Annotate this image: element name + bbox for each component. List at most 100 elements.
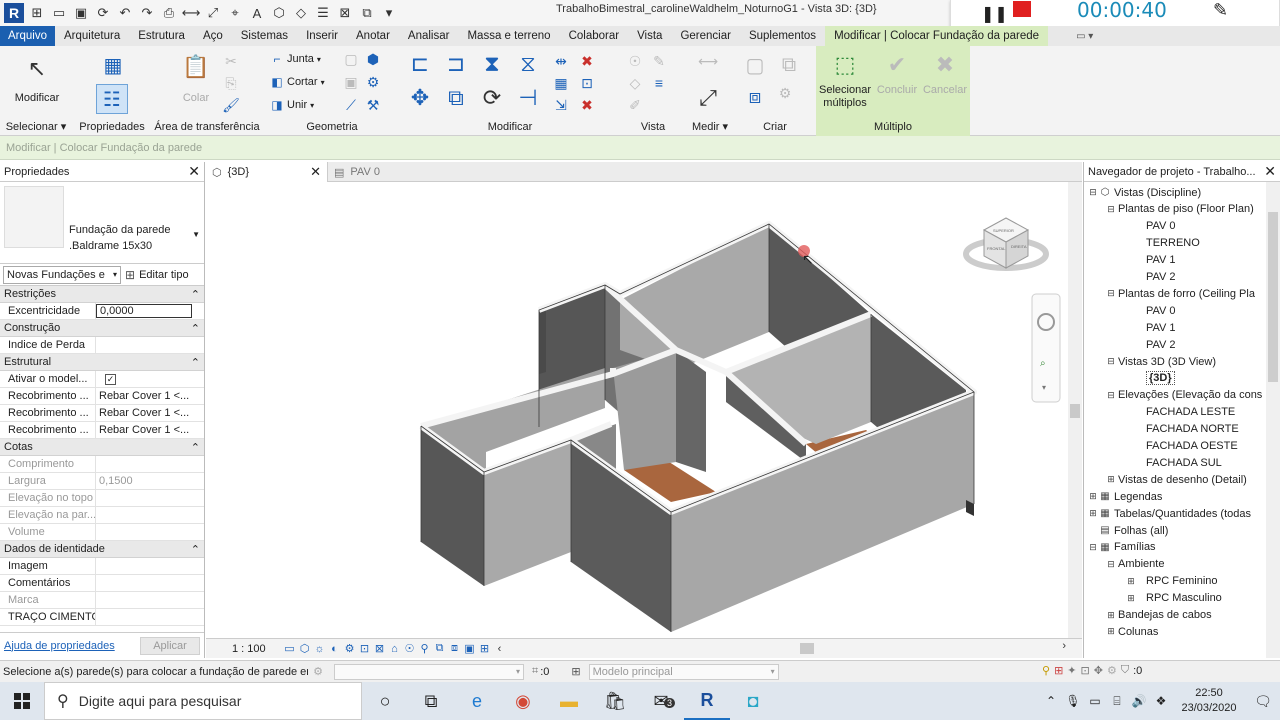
- linework-icon[interactable]: ◇: [626, 74, 644, 92]
- create-group-icon[interactable]: ⧈: [742, 84, 768, 110]
- expand-collapse-icon[interactable]: ⊟: [1106, 390, 1116, 401]
- browser-item-bandejas[interactable]: ⊞ Bandejas de cabos: [1106, 607, 1211, 624]
- design-options-icon[interactable]: ⊞: [571, 665, 580, 678]
- recorder-taskbar-icon[interactable]: ◘: [730, 682, 776, 720]
- measure-between-icon[interactable]: ⟷: [692, 52, 724, 70]
- rotate-icon[interactable]: ⟳: [478, 84, 506, 112]
- unite-button[interactable]: ◨ Unir ▾: [270, 98, 314, 112]
- browser-item-vistas-desenho[interactable]: ⊞ Vistas de desenho (Detail): [1106, 471, 1247, 488]
- browser-item-plantas-piso[interactable]: ⊟ Plantas de piso (Floor Plan): [1106, 201, 1254, 218]
- align-icon[interactable]: ⊏: [406, 50, 434, 78]
- match-type-icon[interactable]: 🖌: [222, 96, 240, 114]
- browser-item-folhas[interactable]: ▤ Folhas (all): [1088, 522, 1168, 539]
- expand-collapse-icon[interactable]: ⊟: [1106, 204, 1116, 215]
- properties-toggle-icon[interactable]: ☷: [96, 84, 128, 114]
- taskbar-search[interactable]: ⚲ Digite aqui para pesquisar: [44, 682, 362, 720]
- tab-vista[interactable]: Vista: [628, 26, 671, 46]
- reveal-hidden-icon[interactable]: ⚲: [417, 642, 432, 655]
- excentricidade-input[interactable]: 0,0000: [96, 304, 192, 318]
- file-explorer-icon[interactable]: ▬: [546, 682, 592, 720]
- close-icon[interactable]: ✕: [1264, 163, 1276, 180]
- view-horizontal-scrollbar[interactable]: ›: [580, 640, 1066, 654]
- array-icon[interactable]: ▦: [552, 74, 570, 92]
- undo-icon[interactable]: ↶: [116, 4, 134, 22]
- open-icon[interactable]: ▭: [50, 4, 68, 22]
- browser-item-forro-pav0[interactable]: PAV 0: [1126, 302, 1176, 319]
- close-icon[interactable]: ✕: [188, 163, 200, 180]
- expand-collapse-icon[interactable]: ⊞: [1106, 474, 1116, 485]
- measure-icon[interactable]: ⟷: [182, 4, 201, 22]
- view-vertical-scrollbar[interactable]: [1068, 182, 1082, 638]
- cancel-button[interactable]: ✖ Cancelar: [920, 50, 970, 96]
- customize-qa-icon[interactable]: ▾: [380, 4, 398, 22]
- scale-icon[interactable]: ⊡: [578, 74, 596, 92]
- type-selector[interactable]: Fundação da parede .Baldrame 15x30 ▼: [0, 182, 204, 264]
- prop-row-imagem[interactable]: Imagem: [0, 558, 204, 575]
- tab-inserir[interactable]: Inserir: [297, 26, 347, 46]
- store-icon[interactable]: 🛍: [592, 682, 638, 720]
- paint-icon[interactable]: ⬢: [364, 50, 382, 68]
- tag-icon[interactable]: ⌖: [226, 4, 244, 22]
- browser-item-legendas[interactable]: ⊞ ▦ Legendas: [1088, 488, 1162, 505]
- copy-element-icon[interactable]: ⧉: [442, 84, 470, 112]
- start-button[interactable]: [0, 682, 44, 720]
- mirror-draw-icon[interactable]: ⧖: [514, 50, 542, 78]
- expand-collapse-icon[interactable]: ⊞: [1126, 576, 1136, 587]
- mirror-axis-icon[interactable]: ⧗: [478, 50, 506, 78]
- split-icon[interactable]: ⇹: [552, 52, 570, 70]
- sun-path-icon[interactable]: ☼: [312, 643, 327, 655]
- browser-item-rpc-masculino[interactable]: ⊞ RPC Masculino: [1126, 590, 1222, 607]
- analytical-model-checkbox[interactable]: ✓: [105, 373, 116, 385]
- 3d-view-icon[interactable]: ⬡: [270, 4, 288, 22]
- split-face-icon[interactable]: ▢: [342, 50, 360, 68]
- sync-icon[interactable]: ⟳: [94, 4, 112, 22]
- group-construcao[interactable]: Construção ⌃: [0, 320, 204, 337]
- worksets-icon[interactable]: ⚙: [308, 665, 328, 678]
- chevron-left-icon[interactable]: ‹: [492, 643, 507, 655]
- type-properties-icon[interactable]: ▦: [100, 52, 126, 78]
- edit-type-button[interactable]: ⊞ Editar tipo: [125, 268, 189, 282]
- highlight-icon[interactable]: ▣: [462, 642, 477, 655]
- tab-aco[interactable]: Aço: [194, 26, 232, 46]
- wall-joins-icon[interactable]: ▣: [342, 73, 360, 91]
- ribbon-minimize-icon[interactable]: ▭ ▾: [1076, 26, 1093, 46]
- microphone-icon[interactable]: 🎙: [1062, 694, 1084, 708]
- filter-icon[interactable]: ⛉: [1121, 664, 1129, 677]
- view-tab-3d[interactable]: ⬡ {3D} ✕: [206, 162, 328, 182]
- paste-button[interactable]: 📋 Colar: [178, 52, 214, 104]
- copy-icon[interactable]: ⎘: [222, 74, 240, 92]
- thin-lines-icon[interactable]: ☰: [314, 4, 332, 22]
- view-filter-icon[interactable]: ✐: [626, 96, 644, 114]
- dimension-icon[interactable]: ⤢: [204, 4, 222, 22]
- cope-icon[interactable]: ⟋: [342, 96, 360, 114]
- expand-collapse-icon[interactable]: ⊟: [1088, 187, 1098, 198]
- section-icon[interactable]: ◇: [292, 4, 310, 22]
- text-icon[interactable]: A: [248, 4, 266, 22]
- chevron-down-icon[interactable]: ▼: [192, 230, 200, 239]
- cut-clip-icon[interactable]: ✂: [222, 52, 240, 70]
- offset-icon[interactable]: ⊐: [442, 50, 470, 78]
- building-model[interactable]: ↖ SUPERIOR FRONTAL DIREITA ⌕ ▾: [206, 182, 1068, 638]
- expand-collapse-icon[interactable]: ⊟: [1106, 288, 1116, 299]
- demolish-icon[interactable]: ⚙: [364, 73, 382, 91]
- navigation-bar[interactable]: ⌕ ▾: [1031, 293, 1061, 403]
- hammer-icon[interactable]: ⚒: [364, 96, 382, 114]
- group-cotas[interactable]: Cotas ⌃: [0, 439, 204, 456]
- panel-label-select[interactable]: Selecionar ▾: [0, 120, 72, 133]
- edge-icon[interactable]: e: [454, 682, 500, 720]
- hide-icon[interactable]: ☉: [626, 52, 644, 70]
- tab-modificar-fundacao[interactable]: Modificar | Colocar Fundação da parede: [825, 26, 1049, 46]
- taskbar-clock[interactable]: 22:50 23/03/2020: [1172, 686, 1246, 716]
- pause-icon[interactable]: ❚❚: [981, 4, 1008, 24]
- expand-collapse-icon[interactable]: ⊞: [1106, 610, 1116, 621]
- prop-row-indice-perda[interactable]: Indice de Perda: [0, 337, 204, 354]
- cut-geometry-button[interactable]: ◧ Cortar ▾: [270, 75, 324, 89]
- tab-analisar[interactable]: Analisar: [399, 26, 459, 46]
- tab-estrutura[interactable]: Estrutura: [129, 26, 194, 46]
- group-identidade[interactable]: Dados de identidade ⌃: [0, 541, 204, 558]
- pin-icon[interactable]: ⇲: [552, 96, 570, 114]
- browser-item-fachada-norte[interactable]: FACHADA NORTE: [1126, 421, 1239, 438]
- browser-item-fachada-oeste[interactable]: FACHADA OESTE: [1126, 438, 1238, 455]
- prop-row-traco-cimento[interactable]: TRAÇO CIMENTO: [0, 609, 204, 626]
- background-process-icon[interactable]: ⚙: [1107, 664, 1117, 677]
